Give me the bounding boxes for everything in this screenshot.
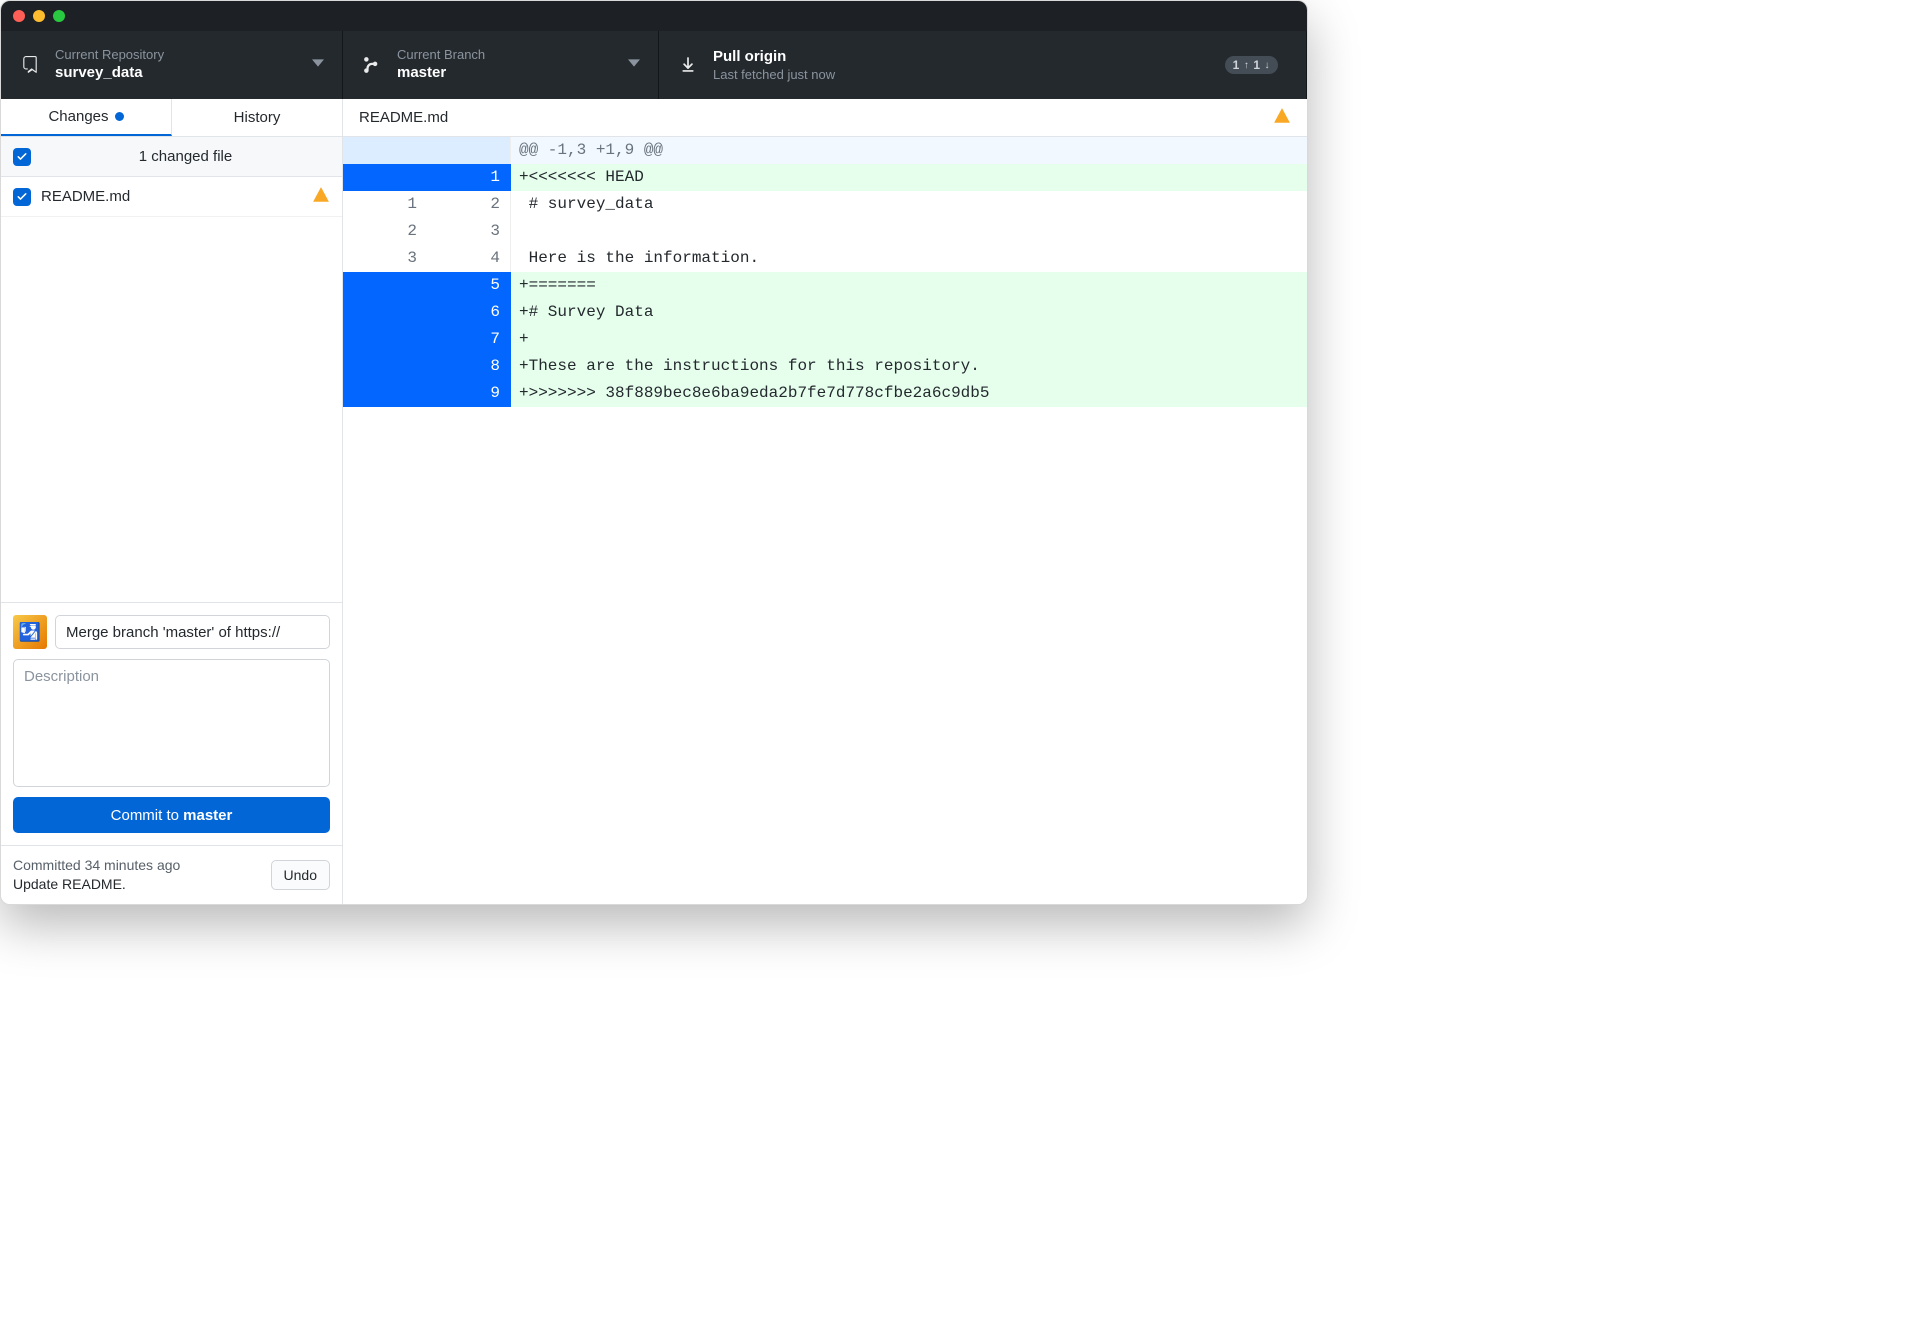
ahead-behind-badge: 1↑ 1↓ <box>1225 56 1278 74</box>
changed-files-count: 1 changed file <box>41 148 330 165</box>
pull-origin-button[interactable]: Pull origin Last fetched just now 1↑ 1↓ <box>659 31 1307 99</box>
select-all-checkbox[interactable] <box>13 148 31 166</box>
changed-files-summary: 1 changed file <box>1 137 342 177</box>
sidebar-tabs: Changes History <box>1 99 342 137</box>
minimize-window-button[interactable] <box>33 10 45 22</box>
branch-name: master <box>397 63 485 83</box>
pull-subtitle: Last fetched just now <box>713 67 835 83</box>
pull-label: Pull origin <box>713 47 835 67</box>
file-name: README.md <box>41 188 302 205</box>
repo-icon <box>19 56 41 74</box>
commit-form: 🛂 Commit to master <box>1 602 342 845</box>
toolbar: Current Repository survey_data Current B… <box>1 31 1307 99</box>
last-commit-title: Update README. <box>13 875 259 894</box>
tab-history[interactable]: History <box>172 99 342 136</box>
diff-body[interactable]: @@ -1,3 +1,9 @@1+<<<<<<< HEAD12 # survey… <box>343 137 1307 904</box>
last-commit-time: Committed 34 minutes ago <box>13 856 259 875</box>
tab-changes-label: Changes <box>48 108 108 125</box>
sidebar: Changes History 1 changed file README.md <box>1 99 343 904</box>
last-commit-bar: Committed 34 minutes ago Update README. … <box>1 845 342 904</box>
branch-label: Current Branch <box>397 47 485 63</box>
close-window-button[interactable] <box>13 10 25 22</box>
titlebar <box>1 1 1307 31</box>
file-checkbox[interactable] <box>13 188 31 206</box>
diff-line[interactable]: 8+These are the instructions for this re… <box>343 353 1307 380</box>
commit-summary-input[interactable] <box>55 615 330 649</box>
download-arrow-icon <box>677 56 699 74</box>
commit-button[interactable]: Commit to master <box>13 797 330 833</box>
diff-line[interactable]: 9+>>>>>>> 38f889bec8e6ba9eda2b7fe7d778cf… <box>343 380 1307 407</box>
tab-changes[interactable]: Changes <box>1 99 172 136</box>
diff-line[interactable]: 7+ <box>343 326 1307 353</box>
tab-history-label: History <box>234 109 281 126</box>
current-repository-dropdown[interactable]: Current Repository survey_data <box>1 31 343 99</box>
diff-line[interactable]: 12 # survey_data <box>343 191 1307 218</box>
diff-file-name: README.md <box>359 109 448 126</box>
diff-line[interactable]: 5+======= <box>343 272 1307 299</box>
undo-button[interactable]: Undo <box>271 860 330 890</box>
caret-down-icon <box>312 56 324 74</box>
diff-panel: README.md @@ -1,3 +1,9 @@1+<<<<<<< HEAD1… <box>343 99 1307 904</box>
branch-icon <box>361 56 383 74</box>
diff-line[interactable]: @@ -1,3 +1,9 @@ <box>343 137 1307 164</box>
commit-description-input[interactable] <box>13 659 330 787</box>
diff-line[interactable]: 6+# Survey Data <box>343 299 1307 326</box>
diff-header: README.md <box>343 99 1307 137</box>
zoom-window-button[interactable] <box>53 10 65 22</box>
conflict-warning-icon <box>312 186 330 208</box>
current-branch-dropdown[interactable]: Current Branch master <box>343 31 659 99</box>
diff-line[interactable]: 34 Here is the information. <box>343 245 1307 272</box>
repo-name: survey_data <box>55 63 164 83</box>
changed-file-row[interactable]: README.md <box>1 177 342 217</box>
app-window: Current Repository survey_data Current B… <box>0 0 1308 905</box>
diff-line[interactable]: 23 <box>343 218 1307 245</box>
diff-line[interactable]: 1+<<<<<<< HEAD <box>343 164 1307 191</box>
window-controls <box>13 10 65 22</box>
repo-label: Current Repository <box>55 47 164 63</box>
user-avatar: 🛂 <box>13 615 47 649</box>
changes-indicator-dot <box>115 112 124 121</box>
conflict-warning-icon <box>1273 107 1291 129</box>
caret-down-icon <box>628 56 640 74</box>
